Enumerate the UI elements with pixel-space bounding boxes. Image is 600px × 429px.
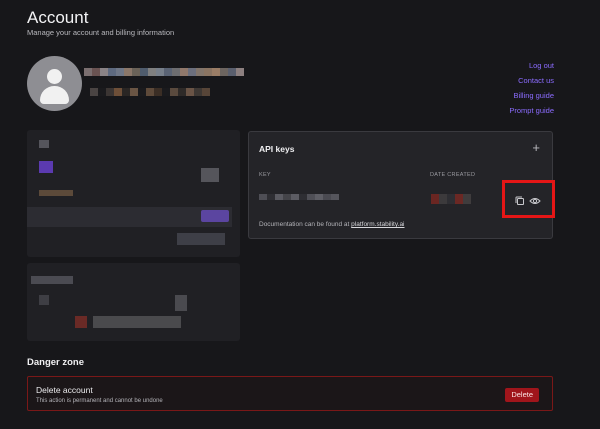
- avatar[interactable]: [27, 56, 82, 111]
- danger-zone-title: Danger zone: [27, 357, 85, 368]
- redacted-balance-panel: [27, 130, 240, 257]
- page-title: Account: [27, 8, 89, 27]
- logout-link[interactable]: Log out: [509, 58, 554, 73]
- redacted-block: [175, 295, 187, 311]
- delete-account-button[interactable]: Delete: [505, 388, 539, 402]
- delete-account-warning: This action is permanent and cannot be u…: [36, 398, 163, 404]
- documentation-text: Documentation can be found at: [259, 221, 352, 228]
- documentation-note: Documentation can be found at platform.s…: [259, 221, 405, 228]
- redacted-api-key: [259, 194, 339, 200]
- delete-account-card: Delete account This action is permanent …: [27, 376, 553, 411]
- redacted-block: [39, 295, 49, 305]
- add-key-icon[interactable]: +: [532, 141, 540, 154]
- api-keys-title: API keys: [259, 144, 295, 154]
- redacted-email: [90, 88, 210, 96]
- redacted-block: [75, 316, 87, 328]
- redacted-usage-panel: [27, 263, 240, 341]
- billing-guide-link[interactable]: Billing guide: [509, 88, 554, 103]
- redacted-purple-block: [39, 161, 53, 173]
- contact-us-link[interactable]: Contact us: [509, 73, 554, 88]
- prompt-guide-link[interactable]: Prompt guide: [509, 103, 554, 118]
- key-column-header: KEY: [259, 172, 271, 178]
- redacted-username: [84, 68, 244, 76]
- highlight-box: [502, 180, 555, 218]
- redacted-block: [201, 168, 219, 182]
- platform-link[interactable]: platform.stability.ai: [351, 221, 404, 228]
- redacted-block: [177, 233, 225, 245]
- redacted-date: [431, 194, 471, 204]
- delete-account-heading: Delete account: [36, 385, 93, 395]
- avatar-head-shape: [47, 69, 62, 84]
- redacted-block: [93, 316, 181, 328]
- redacted-block: [39, 190, 73, 196]
- redacted-purple-button: [201, 210, 229, 222]
- redacted-block: [39, 140, 49, 148]
- date-column-header: DATE CREATED: [430, 172, 476, 178]
- account-links: Log out Contact us Billing guide Prompt …: [509, 58, 554, 118]
- page-subtitle: Manage your account and billing informat…: [27, 28, 175, 37]
- avatar-body-shape: [40, 86, 69, 104]
- redacted-block: [31, 276, 73, 284]
